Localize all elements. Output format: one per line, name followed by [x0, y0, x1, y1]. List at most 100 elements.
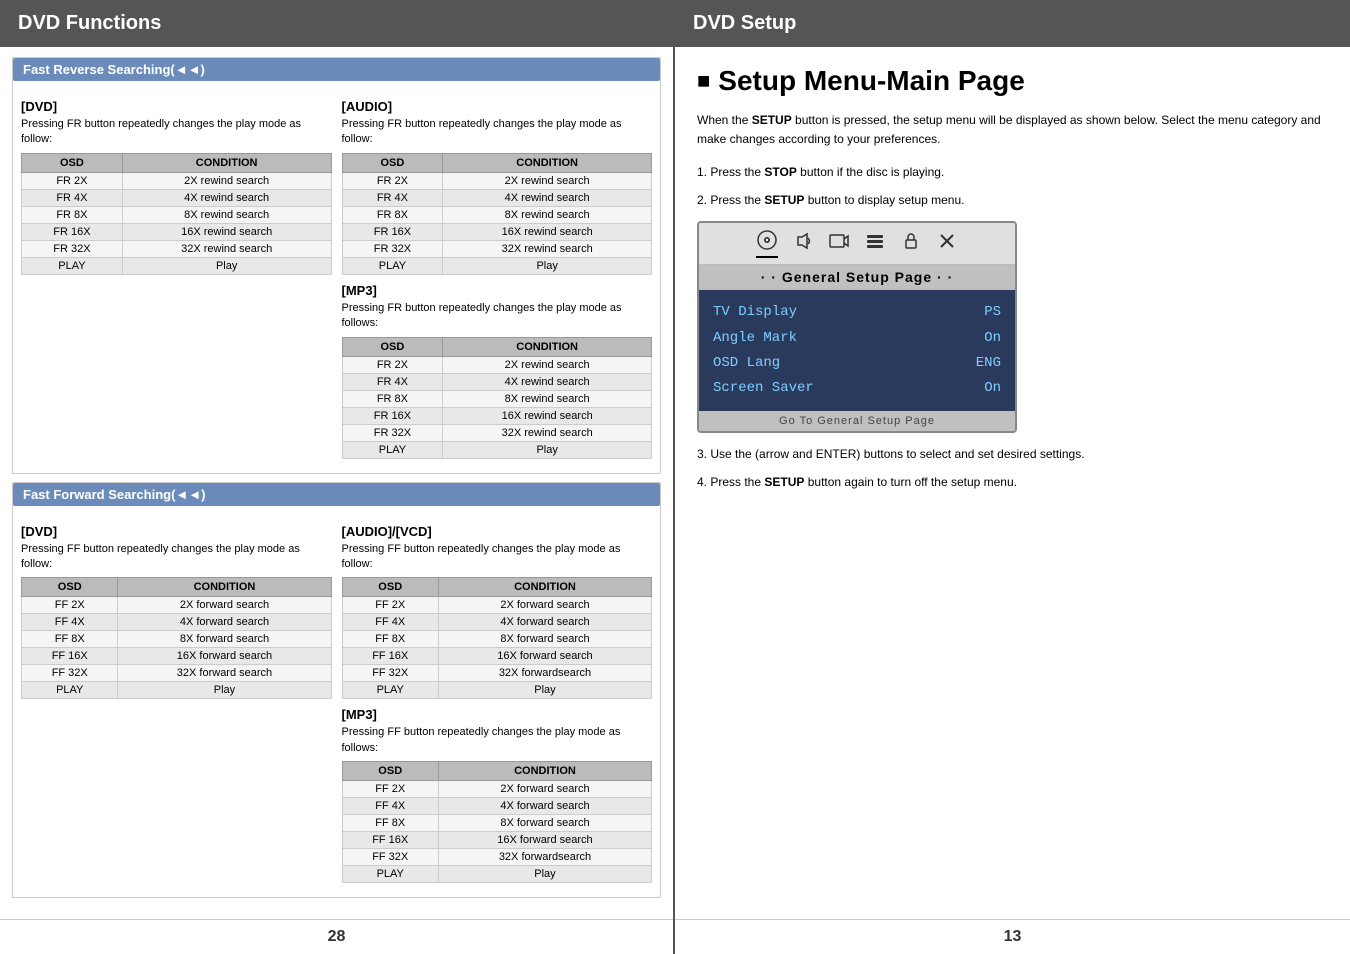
menu-row: Angle MarkOn	[713, 326, 1001, 351]
table-row: FR 16X16X rewind search	[342, 407, 652, 424]
table-cell: 4X rewind search	[443, 373, 652, 390]
table-row: FR 8X8X rewind search	[342, 206, 652, 223]
menu-icon-settings	[864, 230, 886, 257]
step-3: 3. Use the (arrow and ENTER) buttons to …	[697, 445, 1328, 463]
menu-row-value: ENG	[976, 351, 1001, 376]
menu-footer: Go To General Setup Page	[699, 411, 1015, 431]
table-cell: 2X rewind search	[443, 356, 652, 373]
table-row: FF 8X8X forward search	[22, 631, 332, 648]
dvd-table: OSD CONDITION FR 2X2X rewind searchFR 4X…	[21, 153, 332, 275]
table-cell: FF 4X	[22, 614, 118, 631]
table-cell: FR 32X	[342, 424, 443, 441]
table-cell: 32X rewind search	[443, 424, 652, 441]
table-cell: Play	[443, 257, 652, 274]
table-cell: FF 16X	[342, 832, 438, 849]
ff-dvd-desc: Pressing FF button repeatedly changes th…	[21, 542, 332, 573]
table-row: FF 8X8X forward search	[342, 815, 652, 832]
mp3-desc: Pressing FR button repeatedly changes th…	[342, 301, 653, 332]
table-cell: 4X rewind search	[443, 189, 652, 206]
menu-row-label: TV Display	[713, 300, 797, 325]
menu-icon-audio	[792, 230, 814, 257]
table-cell: 32X forwardsearch	[438, 665, 651, 682]
right-panel: DVD Setup Setup Menu-Main Page When the …	[675, 0, 1350, 954]
table-cell: FF 2X	[342, 597, 438, 614]
table-cell: 16X forward search	[118, 648, 331, 665]
table-row: PLAYPlay	[342, 682, 652, 699]
table-cell: FF 2X	[342, 781, 438, 798]
table-row: PLAYPlay	[342, 866, 652, 883]
table-row: FR 2X2X rewind search	[22, 172, 332, 189]
table-row: PLAYPlay	[22, 257, 332, 274]
table-cell: 16X rewind search	[443, 223, 652, 240]
fast-forward-inner: [DVD] Pressing FF button repeatedly chan…	[13, 512, 660, 898]
table-cell: FR 8X	[342, 390, 443, 407]
table-cell: 4X forward search	[438, 614, 651, 631]
fast-forward-cols: [DVD] Pressing FF button repeatedly chan…	[21, 518, 652, 892]
table-cell: 8X rewind search	[122, 206, 331, 223]
table-cell: 2X forward search	[118, 597, 331, 614]
menu-row: OSD Lang ENG	[713, 351, 1001, 376]
menu-row-label: Screen Saver	[713, 376, 814, 401]
table-row: FR 32X32X rewind search	[22, 240, 332, 257]
table-row: FR 4X4X rewind search	[342, 373, 652, 390]
ff-audio-col-condition: CONDITION	[438, 578, 651, 597]
left-title: DVD Functions	[18, 12, 161, 34]
table-cell: 16X rewind search	[122, 223, 331, 240]
table-cell: Play	[438, 866, 651, 883]
table-row: FR 32X32X rewind search	[342, 240, 652, 257]
menu-row-label: Angle Mark	[713, 326, 797, 351]
menu-row: Screen Saver On	[713, 376, 1001, 401]
menu-icons-bar	[699, 223, 1015, 265]
step-4: 4. Press the SETUP button again to turn …	[697, 473, 1328, 491]
table-cell: PLAY	[342, 866, 438, 883]
table-cell: FR 2X	[342, 356, 443, 373]
menu-row-value: On	[984, 376, 1001, 401]
table-row: FF 32X32X forward search	[22, 665, 332, 682]
table-cell: PLAY	[342, 682, 438, 699]
table-cell: FR 8X	[342, 206, 443, 223]
table-cell: FF 32X	[342, 849, 438, 866]
table-cell: FR 16X	[342, 223, 443, 240]
menu-row: TV DisplayPS	[713, 300, 1001, 325]
right-header: DVD Setup	[675, 0, 1350, 47]
table-row: FR 32X32X rewind search	[342, 424, 652, 441]
audio-label: [AUDIO]	[342, 99, 653, 114]
fast-forward-right: [AUDIO]/[VCD] Pressing FF button repeate…	[342, 518, 653, 892]
fast-reverse-section: Fast Reverse Searching(◄◄) [DVD] Pressin…	[12, 57, 661, 474]
fast-forward-dvd: [DVD] Pressing FF button repeatedly chan…	[21, 518, 332, 892]
ff-mp3-desc: Pressing FF button repeatedly changes th…	[342, 725, 653, 756]
table-row: FR 8X8X rewind search	[342, 390, 652, 407]
table-row: FF 32X32X forwardsearch	[342, 849, 652, 866]
table-cell: 8X forward search	[438, 815, 651, 832]
table-row: FF 2X2X forward search	[342, 597, 652, 614]
menu-icon-video	[828, 230, 850, 257]
ff-mp3-table: OSD CONDITION FF 2X2X forward searchFF 4…	[342, 761, 653, 883]
left-content: Fast Reverse Searching(◄◄) [DVD] Pressin…	[0, 47, 673, 919]
table-cell: 8X forward search	[118, 631, 331, 648]
menu-content: TV DisplayPSAngle MarkOnOSD LangENGScree…	[699, 290, 1015, 411]
ff-mp3-label: [MP3]	[342, 707, 653, 722]
table-cell: 32X forwardsearch	[438, 849, 651, 866]
table-row: FF 4X4X forward search	[342, 798, 652, 815]
mp3-col-condition: CONDITION	[443, 337, 652, 356]
table-cell: FF 4X	[342, 614, 438, 631]
table-cell: FF 32X	[342, 665, 438, 682]
ff-audio-table: OSD CONDITION FF 2X2X forward searchFF 4…	[342, 577, 653, 699]
menu-row-label: OSD Lang	[713, 351, 780, 376]
table-cell: Play	[443, 441, 652, 458]
dvd-desc: Pressing FR button repeatedly changes th…	[21, 117, 332, 148]
fast-reverse-cols: [DVD] Pressing FR button repeatedly chan…	[21, 93, 652, 467]
step-1: 1. Press the STOP button if the disc is …	[697, 163, 1328, 181]
table-cell: 2X rewind search	[443, 172, 652, 189]
ff-dvd-label: [DVD]	[21, 524, 332, 539]
table-cell: FR 32X	[22, 240, 123, 257]
mp3-table: OSD CONDITION FR 2X2X rewind searchFR 4X…	[342, 337, 653, 459]
setup-desc: When the SETUP button is pressed, the se…	[697, 111, 1328, 149]
table-row: FF 2X2X forward search	[342, 781, 652, 798]
table-cell: FR 4X	[342, 373, 443, 390]
table-row: FF 16X16X forward search	[342, 832, 652, 849]
table-cell: FF 2X	[22, 597, 118, 614]
fast-reverse-inner: [DVD] Pressing FR button repeatedly chan…	[13, 87, 660, 473]
table-cell: 2X forward search	[438, 781, 651, 798]
ff-mp3-col-osd: OSD	[342, 762, 438, 781]
